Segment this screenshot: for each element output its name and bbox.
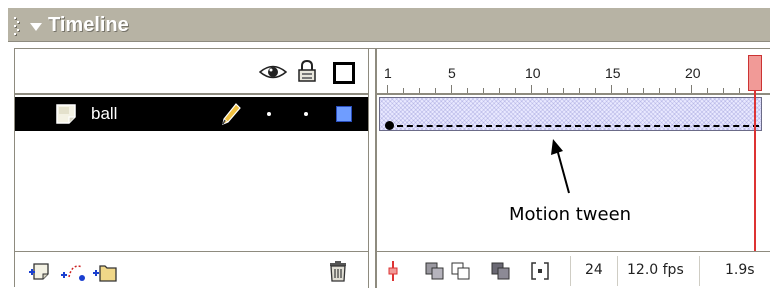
ruler-tick bbox=[547, 88, 548, 93]
ruler-tick bbox=[739, 88, 740, 93]
timeline-panel: ball 1 5 10 15 20 Motion tween 24 12.0 f… bbox=[14, 48, 770, 288]
ruler-tick bbox=[387, 85, 388, 93]
ruler-tick bbox=[611, 85, 612, 93]
onion-skin-outlines-icon[interactable] bbox=[450, 261, 472, 281]
playhead-line bbox=[754, 91, 756, 251]
ruler-tick bbox=[707, 88, 708, 93]
frame-footer: 24 12.0 fps 1.9s bbox=[377, 251, 770, 288]
ruler-label: 5 bbox=[448, 65, 456, 81]
layer-header bbox=[15, 49, 368, 95]
layer-footer bbox=[15, 251, 368, 288]
ruler-tick bbox=[675, 88, 676, 93]
frames-column: 151015202 Motion tween bbox=[377, 49, 770, 288]
ruler-tick bbox=[451, 85, 452, 93]
onion-skin-icon[interactable] bbox=[424, 261, 446, 281]
eye-icon[interactable] bbox=[259, 63, 287, 81]
lock-icon[interactable] bbox=[298, 60, 316, 82]
layer-color-swatch[interactable] bbox=[336, 106, 352, 122]
ruler-tick bbox=[515, 88, 516, 93]
playhead[interactable] bbox=[748, 55, 762, 91]
edit-multiple-frames-icon[interactable] bbox=[490, 261, 512, 281]
ruler-tick bbox=[659, 88, 660, 93]
layer-row-ball[interactable]: ball bbox=[15, 97, 368, 131]
ruler-tick bbox=[563, 88, 564, 93]
ruler-label: 15 bbox=[605, 65, 621, 81]
ruler-tick bbox=[691, 85, 692, 93]
pencil-icon bbox=[222, 103, 241, 125]
motion-tween-span[interactable] bbox=[379, 97, 762, 131]
frame-rate: 12.0 fps bbox=[627, 262, 684, 278]
outline-icon[interactable] bbox=[333, 62, 355, 84]
ruler-tick bbox=[499, 88, 500, 93]
panel-divider[interactable] bbox=[368, 49, 377, 288]
ruler-tick bbox=[643, 88, 644, 93]
ruler-tick bbox=[467, 88, 468, 93]
ruler-tick bbox=[595, 88, 596, 93]
grip-icon[interactable] bbox=[14, 17, 20, 35]
keyframe[interactable] bbox=[385, 121, 394, 130]
collapse-arrow-icon[interactable] bbox=[30, 23, 42, 31]
ruler-label: 10 bbox=[525, 65, 541, 81]
ruler-tick bbox=[627, 88, 628, 93]
ruler-label: 1 bbox=[384, 65, 392, 81]
visibility-dot[interactable] bbox=[267, 112, 271, 116]
ruler-tick bbox=[531, 85, 532, 93]
add-motion-guide-icon[interactable] bbox=[60, 261, 86, 283]
lock-dot[interactable] bbox=[304, 112, 308, 116]
insert-layer-folder-icon[interactable] bbox=[92, 261, 118, 283]
trash-icon[interactable] bbox=[328, 260, 348, 282]
ruler-tick bbox=[483, 88, 484, 93]
ruler-tick bbox=[579, 88, 580, 93]
panel-title: Timeline bbox=[48, 14, 129, 36]
layer-icon bbox=[56, 104, 76, 124]
frame-ruler[interactable]: 151015202 bbox=[377, 49, 770, 95]
ruler-tick bbox=[419, 88, 420, 93]
layers-column: ball bbox=[15, 49, 368, 288]
timeline-titlebar[interactable]: Timeline bbox=[8, 8, 770, 42]
ruler-tick bbox=[403, 88, 404, 93]
elapsed-time: 1.9s bbox=[725, 262, 755, 278]
annotation-arrow-icon bbox=[551, 139, 570, 194]
layer-name: ball bbox=[91, 104, 118, 123]
ruler-tick bbox=[723, 88, 724, 93]
ruler-tick bbox=[435, 88, 436, 93]
annotation-label: Motion tween bbox=[509, 204, 632, 225]
current-frame: 24 bbox=[585, 262, 603, 278]
ruler-label: 20 bbox=[685, 65, 701, 81]
tween-arrow-line bbox=[397, 125, 759, 127]
modify-onion-markers-icon[interactable] bbox=[530, 261, 550, 281]
insert-layer-icon[interactable] bbox=[28, 262, 52, 282]
center-frame-icon[interactable] bbox=[387, 260, 399, 282]
